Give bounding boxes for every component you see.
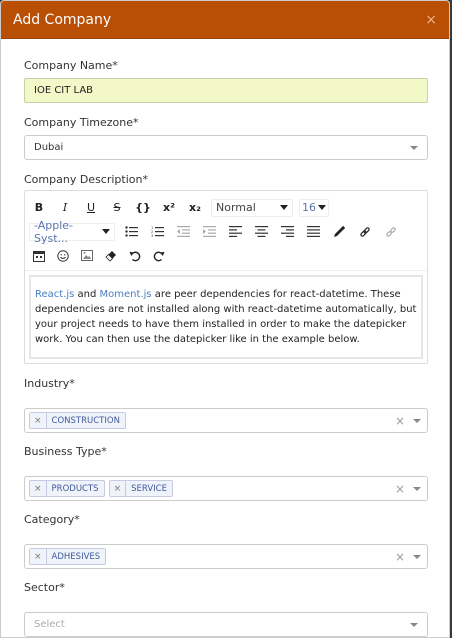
remove-tag-icon[interactable]: × [110, 481, 127, 496]
modal-header: Add Company × [1, 1, 449, 39]
svg-text:3: 3 [151, 234, 153, 237]
timezone-field: Company Timezone* Dubai [24, 116, 428, 160]
caret-down-icon [318, 205, 326, 210]
tag-label: PRODUCTS [51, 483, 99, 494]
unordered-list-icon[interactable] [121, 223, 141, 241]
toolbar-row-3 [29, 244, 425, 267]
sector-label: Sector* [24, 581, 65, 594]
remove-tag-icon[interactable]: × [30, 549, 47, 564]
industry-multiselect[interactable]: × CONSTRUCTION × [24, 408, 428, 433]
tag-adhesives: × ADHESIVES [29, 548, 107, 565]
moment-js-link[interactable]: Moment.js [100, 289, 152, 300]
industry-controls: × [395, 414, 421, 428]
italic-button[interactable]: I [55, 199, 75, 217]
underline-button[interactable]: U [81, 199, 101, 217]
caret-down-icon [280, 205, 288, 210]
image-icon[interactable] [77, 247, 97, 265]
tag-label: SERVICE [131, 483, 167, 494]
emoji-icon[interactable] [53, 247, 73, 265]
align-right-icon[interactable] [277, 223, 297, 241]
clear-icon[interactable]: × [395, 550, 405, 564]
bold-button[interactable]: B [29, 199, 49, 217]
indent-icon[interactable] [199, 223, 219, 241]
clear-icon[interactable]: × [395, 414, 405, 428]
tag-construction: × CONSTRUCTION [29, 412, 126, 429]
eraser-icon[interactable] [101, 247, 121, 265]
business-type-label: Business Type* [24, 445, 107, 458]
code-button[interactable]: {} [133, 199, 153, 217]
calendar-icon[interactable] [29, 247, 49, 265]
strikethrough-button[interactable]: S [107, 199, 127, 217]
superscript-button[interactable]: x² [159, 199, 179, 217]
align-center-icon[interactable] [251, 223, 271, 241]
tag-service: × SERVICE [108, 480, 173, 497]
remove-tag-icon[interactable]: × [30, 413, 47, 428]
chevron-down-icon[interactable] [413, 554, 421, 559]
align-left-icon[interactable] [225, 223, 245, 241]
editor-text-and: and [74, 289, 100, 300]
color-picker-icon[interactable] [329, 223, 349, 241]
redo-icon[interactable] [149, 247, 169, 265]
category-multiselect[interactable]: × ADHESIVES × [24, 544, 428, 569]
company-name-field: Company Name* IOE CIT LAB [24, 59, 428, 103]
editor-toolbar: B I U S {} x² x₂ Normal 16 -Apple-Syst..… [25, 191, 427, 271]
editor-content[interactable]: React.js and Moment.js are peer dependen… [29, 275, 423, 359]
timezone-label: Company Timezone* [24, 116, 139, 129]
company-name-label: Company Name* [24, 59, 118, 72]
chevron-down-icon [410, 622, 418, 627]
rich-text-editor: B I U S {} x² x₂ Normal 16 -Apple-Syst..… [24, 190, 428, 364]
modal-title: Add Company [13, 11, 112, 28]
industry-tags: × CONSTRUCTION [29, 412, 130, 429]
caret-down-icon [102, 229, 110, 234]
description-field: Company Description* B I U S {} x² x₂ No… [24, 173, 428, 364]
align-justify-icon[interactable] [303, 223, 323, 241]
category-tags: × ADHESIVES [29, 548, 110, 565]
industry-label: Industry* [24, 377, 75, 390]
category-field: Category* × ADHESIVES × [24, 513, 428, 569]
clear-icon[interactable]: × [395, 482, 405, 496]
description-label: Company Description* [24, 173, 148, 186]
toolbar-row-1: B I U S {} x² x₂ Normal 16 [29, 196, 425, 219]
business-type-tags: × PRODUCTS × SERVICE [29, 480, 177, 497]
company-name-value: IOE CIT LAB [34, 85, 94, 96]
block-type-value: Normal [216, 201, 256, 214]
font-family-value: -Apple-Syst... [34, 218, 74, 245]
chevron-down-icon[interactable] [413, 486, 421, 491]
tag-label: ADHESIVES [51, 551, 101, 562]
remove-tag-icon[interactable]: × [30, 481, 47, 496]
chevron-down-icon [410, 145, 418, 150]
industry-field: Industry* × CONSTRUCTION × [24, 377, 428, 433]
category-label: Category* [24, 513, 80, 526]
font-size-dropdown[interactable]: 16 [299, 198, 329, 217]
unlink-icon[interactable] [381, 223, 401, 241]
category-controls: × [395, 550, 421, 564]
add-company-modal: Add Company × Company Name* IOE CIT LAB … [0, 0, 450, 638]
ordered-list-icon[interactable]: 123 [147, 223, 167, 241]
business-type-controls: × [395, 482, 421, 496]
tag-products: × PRODUCTS [29, 480, 105, 497]
block-type-dropdown[interactable]: Normal [211, 198, 293, 217]
business-type-field: Business Type* × PRODUCTS × SERVICE × [24, 445, 428, 501]
toolbar-row-2: -Apple-Syst... 123 [29, 219, 425, 245]
link-icon[interactable] [355, 223, 375, 241]
tag-label: CONSTRUCTION [51, 415, 120, 426]
modal-body: Company Name* IOE CIT LAB Company Timezo… [1, 39, 449, 637]
outdent-icon[interactable] [173, 223, 193, 241]
font-family-dropdown[interactable]: -Apple-Syst... [29, 219, 115, 245]
sector-select[interactable]: Select [24, 612, 428, 637]
sector-field: Sector* Select [24, 581, 428, 637]
chevron-down-icon[interactable] [413, 418, 421, 423]
sector-placeholder: Select [34, 619, 65, 630]
business-type-multiselect[interactable]: × PRODUCTS × SERVICE × [24, 476, 428, 501]
undo-icon[interactable] [125, 247, 145, 265]
timezone-value: Dubai [34, 142, 64, 153]
font-size-value: 16 [302, 201, 316, 214]
company-name-input[interactable]: IOE CIT LAB [24, 78, 428, 103]
timezone-select[interactable]: Dubai [24, 135, 428, 160]
react-js-link[interactable]: React.js [35, 289, 74, 300]
close-icon[interactable]: × [425, 12, 437, 28]
subscript-button[interactable]: x₂ [185, 199, 205, 217]
